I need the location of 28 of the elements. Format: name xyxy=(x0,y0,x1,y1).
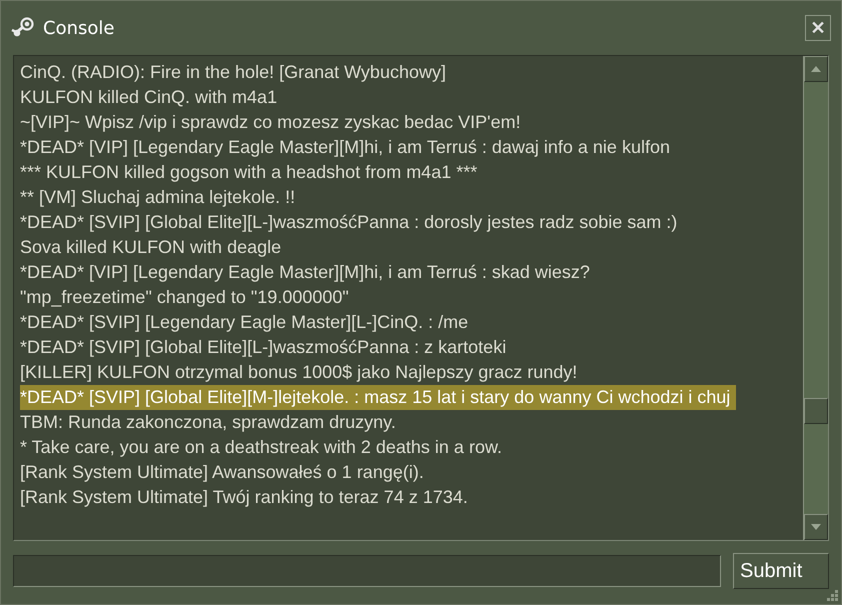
down-arrow-icon xyxy=(811,524,821,530)
scrollbar[interactable] xyxy=(803,56,828,540)
log-line: [KILLER] KULFON otrzymal bonus 1000$ jako Najlepszy gracz rundy! xyxy=(20,361,578,384)
log-line: *DEAD* [SVIP] [Global Elite][L-]waszmośćPanna : dorosly jestes radz sobie sam :) xyxy=(20,211,678,234)
close-button[interactable]: ✕ xyxy=(805,15,831,41)
scroll-thumb[interactable] xyxy=(804,398,828,424)
log-line: Sova killed KULFON with deagle xyxy=(20,236,282,259)
resize-grip-icon[interactable] xyxy=(827,590,839,602)
log-line: "mp_freezetime" changed to "19.000000" xyxy=(20,286,350,309)
log-line: *DEAD* [SVIP] [Legendary Eagle Master][L-]CinQ. : /me xyxy=(20,311,470,334)
log-line: TBM: Runda zakonczona, sprawdzam druzyny. xyxy=(20,411,397,434)
window-title: Console xyxy=(43,18,116,38)
log-line: *** KULFON killed gogson with a headshot from m4a1 *** xyxy=(20,161,478,184)
log-line: *DEAD* [VIP] [Legendary Eagle Master][M]hi, i am Terruś : dawaj info a nie kulfon xyxy=(20,136,671,159)
command-input[interactable] xyxy=(13,555,721,587)
submit-button[interactable]: Submit xyxy=(733,553,829,589)
log-line: *DEAD* [VIP] [Legendary Eagle Master][M]hi, i am Terruś : skad wiesz? xyxy=(20,261,591,284)
log-line: [Rank System Ultimate] Awansowałeś o 1 rangę(i). xyxy=(20,461,425,484)
log-line: [Rank System Ultimate] Twój ranking to teraz 74 z 1734. xyxy=(20,486,469,509)
log-line: CinQ. (RADIO): Fire in the hole! [Granat Wybuchowy] xyxy=(20,61,447,84)
log-line: * Take care, you are on a deathstreak with 2 deaths in a row. xyxy=(20,436,503,459)
log-line: KULFON killed CinQ. with m4a1 xyxy=(20,86,278,109)
log-line: ** [VM] Sluchaj admina lejtekole. !! xyxy=(20,186,296,209)
scroll-down-button[interactable] xyxy=(804,514,828,540)
log-line: *DEAD* [SVIP] [Global Elite][L-]waszmośćPanna : z kartoteki xyxy=(20,336,508,359)
scroll-up-button[interactable] xyxy=(804,56,828,82)
log-line: ~[VIP]~ Wpisz /vip i sprawdz co mozesz zyskac bedac VIP'em! xyxy=(20,111,522,134)
up-arrow-icon xyxy=(811,66,821,72)
